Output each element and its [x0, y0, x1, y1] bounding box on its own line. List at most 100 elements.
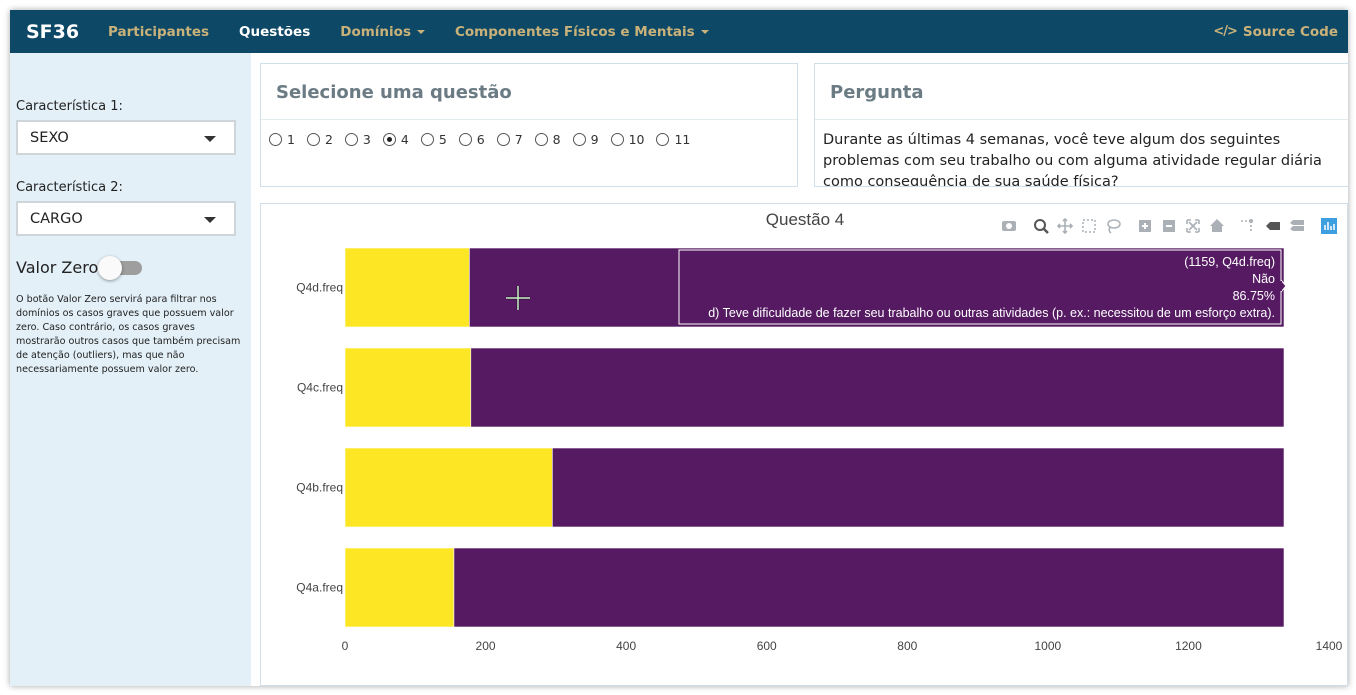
- toggle-knob: [98, 256, 122, 280]
- radio-button[interactable]: [306, 133, 320, 146]
- bar-Q4b.freq-series-1[interactable]: [344, 447, 553, 528]
- zoom-out-icon[interactable]: [1163, 220, 1175, 232]
- lasso-icon[interactable]: [1107, 219, 1121, 234]
- bar-Q4d.freq-series-1[interactable]: [344, 247, 470, 328]
- navbar: SF36 Participantes Questões Domínios Com…: [10, 10, 1348, 53]
- hover-tooltip: (1159, Q4d.freq) Não 86.75% d) Teve dificul…: [678, 249, 1287, 325]
- chart-title: Questão 4: [766, 210, 844, 229]
- radio-label: 2: [324, 132, 333, 147]
- radio-button[interactable]: [610, 133, 624, 146]
- bar-Q4c.freq-series-2[interactable]: [470, 347, 1285, 428]
- x-tick-label: 200: [476, 639, 496, 653]
- radio-button[interactable]: [458, 133, 472, 146]
- pan-icon[interactable]: [1056, 217, 1074, 235]
- bar-Q4a.freq-series-1[interactable]: [344, 547, 455, 628]
- hover-compare-icon[interactable]: [1290, 220, 1304, 231]
- char1-label: Característica 1:: [16, 99, 123, 114]
- nav-participantes[interactable]: Participantes: [108, 24, 209, 40]
- question-option-4[interactable]: 4: [382, 132, 409, 147]
- char1-select[interactable]: SEXO: [16, 120, 236, 155]
- radio-label: 6: [476, 132, 485, 147]
- x-tick-label: 1000: [1035, 639, 1062, 653]
- radio-label: 9: [590, 132, 599, 147]
- nav-questoes[interactable]: Questões: [239, 24, 310, 40]
- bar-Q4b.freq-series-2[interactable]: [552, 447, 1285, 528]
- bar-chart[interactable]: Questão 4 Q4d.freq Q4c.freq Q4b.freq Q4a.fre…: [261, 204, 1348, 686]
- question-option-3[interactable]: 3: [344, 132, 371, 147]
- char2-label: Característica 2:: [16, 180, 123, 195]
- question-option-7[interactable]: 7: [496, 132, 523, 147]
- valor-zero-toggle[interactable]: [98, 256, 143, 280]
- question-radio-group: 1 2 3 4 5 6 7 8 9 10 11: [269, 132, 702, 147]
- radio-button[interactable]: [496, 133, 510, 146]
- y-tick-label: Q4d.freq: [296, 281, 343, 295]
- y-tick-label: Q4b.freq: [296, 481, 343, 495]
- plotly-logo-icon[interactable]: [1321, 218, 1337, 234]
- zoom-in-icon[interactable]: [1139, 220, 1151, 232]
- x-tick-label: 1400: [1316, 639, 1343, 653]
- y-tick-label: Q4a.freq: [296, 581, 343, 595]
- sidebar: Característica 1: SEXO Característica 2:…: [10, 53, 251, 686]
- radio-label: 10: [628, 132, 645, 147]
- caret-down-icon: [416, 29, 425, 34]
- question-option-9[interactable]: 9: [572, 132, 599, 147]
- tooltip-line: Não: [1252, 272, 1275, 286]
- camera-icon[interactable]: [1002, 221, 1016, 231]
- radio-button[interactable]: [572, 133, 586, 146]
- question-select-panel: Selecione uma questão 1 2 3 4 5 6 7 8 9 10 11: [260, 63, 798, 187]
- dropdown-arrow-icon: [204, 136, 216, 142]
- source-code-link[interactable]: </> Source Code: [1213, 10, 1338, 53]
- brand[interactable]: SF36: [26, 21, 108, 43]
- valor-zero-help: O botão Valor Zero servirá para filtrar …: [16, 294, 241, 375]
- x-tick-label: 1200: [1175, 639, 1202, 653]
- radio-label: 11: [674, 132, 691, 147]
- question-option-11[interactable]: 11: [656, 132, 690, 147]
- tooltip-line: d) Teve dificuldade de fazer seu trabalh…: [708, 306, 1275, 320]
- x-tick-label: 0: [342, 639, 349, 653]
- question-text: Durante as últimas 4 semanas, você teve …: [823, 132, 1322, 186]
- radio-label: 7: [514, 132, 523, 147]
- tooltip-line: 86.75%: [1233, 289, 1275, 303]
- x-tick-label: 400: [616, 639, 636, 653]
- tooltip-line: (1159, Q4d.freq): [1184, 255, 1275, 269]
- radio-button[interactable]: [344, 133, 358, 146]
- radio-button[interactable]: [420, 133, 434, 146]
- radio-label: 3: [362, 132, 371, 147]
- nav-dominios[interactable]: Domínios: [340, 24, 425, 40]
- question-option-2[interactable]: 2: [306, 132, 333, 147]
- question-option-6[interactable]: 6: [458, 132, 485, 147]
- spike-lines-icon[interactable]: [1241, 219, 1253, 232]
- caret-down-icon: [700, 29, 709, 34]
- radio-label: 5: [438, 132, 447, 147]
- hover-closest-icon[interactable]: [1266, 222, 1280, 230]
- code-icon: </>: [1213, 24, 1238, 39]
- question-option-8[interactable]: 8: [534, 132, 561, 147]
- x-tick-label: 800: [897, 639, 917, 653]
- radio-button[interactable]: [534, 133, 548, 146]
- question-option-5[interactable]: 5: [420, 132, 447, 147]
- autoscale-icon[interactable]: [1186, 219, 1200, 233]
- bar-Q4a.freq-series-2[interactable]: [453, 547, 1285, 628]
- char2-select[interactable]: CARGO: [16, 201, 236, 236]
- radio-button[interactable]: [269, 133, 282, 146]
- question-panel-title: Selecione uma questão: [276, 82, 512, 103]
- x-tick-label: 600: [757, 639, 777, 653]
- bar-Q4c.freq-series-1[interactable]: [344, 347, 472, 428]
- question-option-10[interactable]: 10: [610, 132, 645, 147]
- divider: [815, 119, 1348, 120]
- y-tick-label: Q4c.freq: [297, 381, 343, 395]
- radio-label: 4: [400, 132, 409, 147]
- radio-button[interactable]: [382, 133, 396, 146]
- app-window: SF36 Participantes Questões Domínios Com…: [10, 10, 1348, 686]
- nav-componentes[interactable]: Componentes Físicos e Mentais: [455, 24, 709, 40]
- zoom-icon[interactable]: [1034, 219, 1049, 234]
- radio-label: 1: [287, 132, 295, 147]
- pergunta-panel-title: Pergunta: [830, 82, 924, 103]
- pergunta-panel: Pergunta Durante as últimas 4 semanas, v…: [814, 63, 1348, 187]
- reset-axes-icon[interactable]: [1210, 219, 1224, 232]
- radio-label: 8: [552, 132, 561, 147]
- radio-button[interactable]: [656, 133, 670, 146]
- box-select-icon[interactable]: [1082, 219, 1096, 233]
- valor-zero-label: Valor Zero: [16, 258, 99, 277]
- question-option-1[interactable]: 1: [269, 132, 295, 147]
